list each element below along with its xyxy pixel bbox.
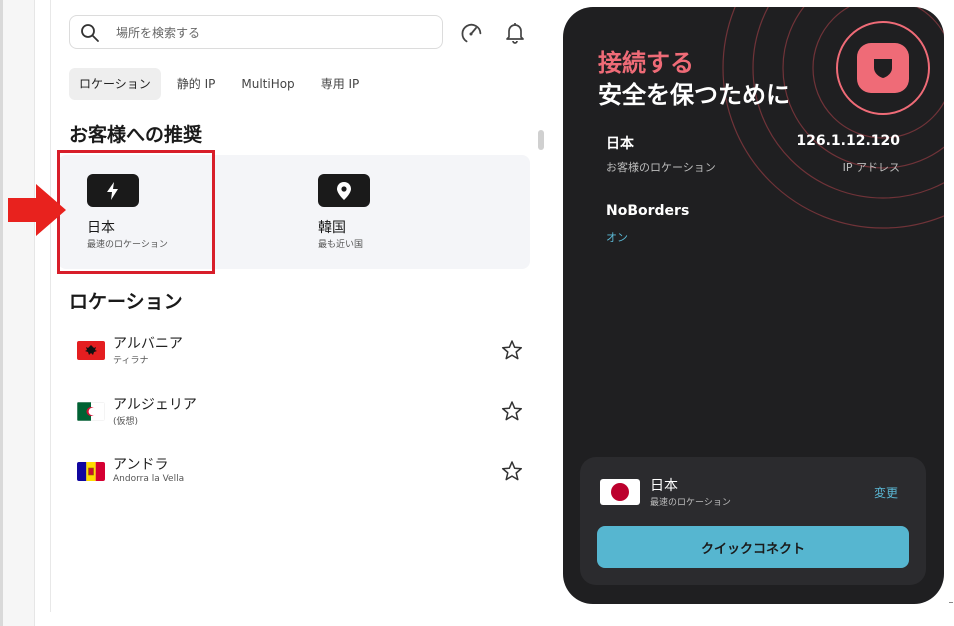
secure-title: 安全を保つために (598, 81, 790, 109)
locations-title: ロケーション (69, 291, 183, 313)
quick-connect-country: 日本 (650, 478, 678, 494)
panel-divider (50, 0, 51, 612)
location-sub: (仮想) (113, 417, 139, 427)
location-name: アルジェリア (113, 397, 197, 413)
favorite-star-icon[interactable] (501, 400, 523, 422)
vpn-status-panel: 接続する 安全を保つために 日本 お客様のロケーション 126.1.12.120… (563, 7, 944, 604)
favorite-star-icon[interactable] (501, 460, 523, 482)
location-row-albania[interactable]: アルバニア ティラナ (69, 331, 529, 387)
speedometer-icon[interactable] (458, 20, 484, 46)
location-row-andorra[interactable]: アンドラ Andorra la Vella (69, 452, 529, 508)
location-sub: ティラナ (113, 356, 149, 366)
ip-address-label: IP アドレス (842, 161, 900, 174)
recommendation-name: 韓国 (318, 220, 346, 236)
noborders-label: NoBorders (606, 203, 690, 219)
highlight-box (57, 150, 215, 274)
quick-connect-country-sub: 最速のロケーション (650, 498, 731, 508)
tab-static-ip[interactable]: 静的 IP (167, 68, 226, 100)
red-arrow-icon (8, 184, 66, 236)
noborders-status: オン (606, 231, 628, 244)
recommendation-sub: 最も近い国 (318, 240, 364, 250)
search-box[interactable] (69, 15, 443, 49)
location-pin-icon (337, 182, 351, 200)
location-name: アルバニア (113, 336, 183, 352)
albania-flag-icon (77, 341, 105, 360)
search-icon (81, 24, 99, 42)
current-country: 日本 (606, 136, 634, 152)
recommendations-title: お客様への推奨 (69, 124, 203, 146)
connect-title: 接続する (598, 49, 694, 77)
change-location-link[interactable]: 変更 (874, 484, 898, 501)
scrollbar-thumb[interactable] (538, 130, 544, 150)
japan-flag-icon (600, 479, 640, 505)
pin-badge (318, 174, 370, 207)
quick-connect-card: 日本 最速のロケーション 変更 クイックコネクト (580, 457, 926, 585)
search-input[interactable] (114, 22, 418, 44)
tab-dedicated-ip[interactable]: 専用 IP (311, 68, 370, 100)
current-country-label: お客様のロケーション (606, 161, 716, 174)
edge-mark (949, 602, 953, 603)
shield-icon (874, 59, 892, 78)
shield-button[interactable] (857, 43, 909, 93)
andorra-flag-icon (77, 462, 105, 481)
favorite-star-icon[interactable] (501, 339, 523, 361)
ip-address-value: 126.1.12.120 (796, 133, 900, 149)
location-row-algeria[interactable]: アルジェリア (仮想) (69, 392, 529, 448)
algeria-flag-icon (77, 402, 105, 421)
location-name: アンドラ (113, 457, 169, 473)
recommendation-card-korea[interactable]: 韓国 最も近い国 (289, 155, 525, 269)
tab-locations[interactable]: ロケーション (69, 68, 161, 100)
tab-multihop[interactable]: MultiHop (231, 68, 304, 100)
location-sub: Andorra la Vella (113, 474, 185, 484)
bell-icon[interactable] (502, 20, 528, 46)
quick-connect-button[interactable]: クイックコネクト (597, 526, 909, 568)
tab-bar: ロケーション 静的 IP MultiHop 専用 IP (69, 68, 369, 100)
left-gutter (0, 0, 35, 626)
left-edge (0, 0, 3, 626)
